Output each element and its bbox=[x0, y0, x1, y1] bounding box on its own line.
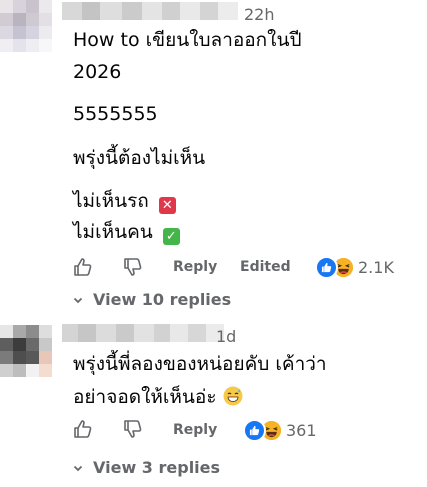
reply-button[interactable]: Reply bbox=[173, 422, 217, 438]
grinning-sweat-emoji-icon bbox=[223, 384, 243, 416]
like-icon[interactable] bbox=[72, 256, 94, 278]
check-mark-emoji-icon: ✓ bbox=[162, 228, 180, 245]
edited-label[interactable]: Edited bbox=[240, 259, 291, 275]
like-reaction-icon bbox=[315, 255, 338, 279]
view-replies-label: View 3 replies bbox=[93, 458, 221, 477]
avatar[interactable] bbox=[0, 325, 52, 377]
comment-text-line: ไม่เห็นรถ ✕ bbox=[73, 185, 176, 217]
view-replies-button[interactable]: View 10 replies bbox=[73, 290, 231, 309]
view-replies-button[interactable]: View 3 replies bbox=[73, 458, 220, 477]
cross-mark-emoji-icon: ✕ bbox=[158, 197, 176, 214]
comment-text: อย่าจอดให้เห็นอ่ะ bbox=[73, 386, 217, 408]
comment-text-line: How to เขียนใบลาออกในปี bbox=[73, 29, 302, 51]
author-name[interactable] bbox=[62, 324, 224, 342]
comment-text-line: 5555555 bbox=[73, 103, 158, 125]
reactions-summary[interactable]: 2.1K bbox=[315, 255, 394, 279]
reaction-count: 2.1K bbox=[358, 257, 394, 277]
timestamp[interactable]: 1d bbox=[216, 327, 236, 346]
like-icon[interactable] bbox=[72, 418, 94, 440]
view-replies-label: View 10 replies bbox=[93, 290, 232, 309]
reaction-count: 361 bbox=[286, 420, 317, 440]
dislike-icon[interactable] bbox=[122, 418, 144, 440]
comment-text-line: พรุ่งนี้ต้องไม่เห็น bbox=[73, 147, 206, 169]
comment-text-line: อย่าจอดให้เห็นอ่ะ bbox=[73, 381, 243, 416]
comment-text-line: พรุ่งนี้พี่ลองของหน่อยคับ เค้าว่า bbox=[73, 353, 327, 375]
comment-text-line: 2026 bbox=[73, 61, 122, 83]
chevron-down-icon bbox=[73, 463, 83, 473]
chevron-down-icon bbox=[73, 295, 83, 305]
dislike-icon[interactable] bbox=[122, 256, 144, 278]
comment-text: ไม่เห็นรถ bbox=[73, 190, 149, 212]
reply-button[interactable]: Reply bbox=[173, 259, 217, 275]
avatar[interactable] bbox=[0, 0, 52, 52]
reactions-summary[interactable]: 361 bbox=[243, 418, 317, 442]
comment-text: ไม่เห็นคน bbox=[73, 221, 153, 243]
author-name[interactable] bbox=[62, 2, 238, 20]
timestamp[interactable]: 22h bbox=[244, 5, 275, 24]
comment-text-line: ไม่เห็นคน ✓ bbox=[73, 216, 180, 248]
like-reaction-icon bbox=[243, 418, 266, 442]
